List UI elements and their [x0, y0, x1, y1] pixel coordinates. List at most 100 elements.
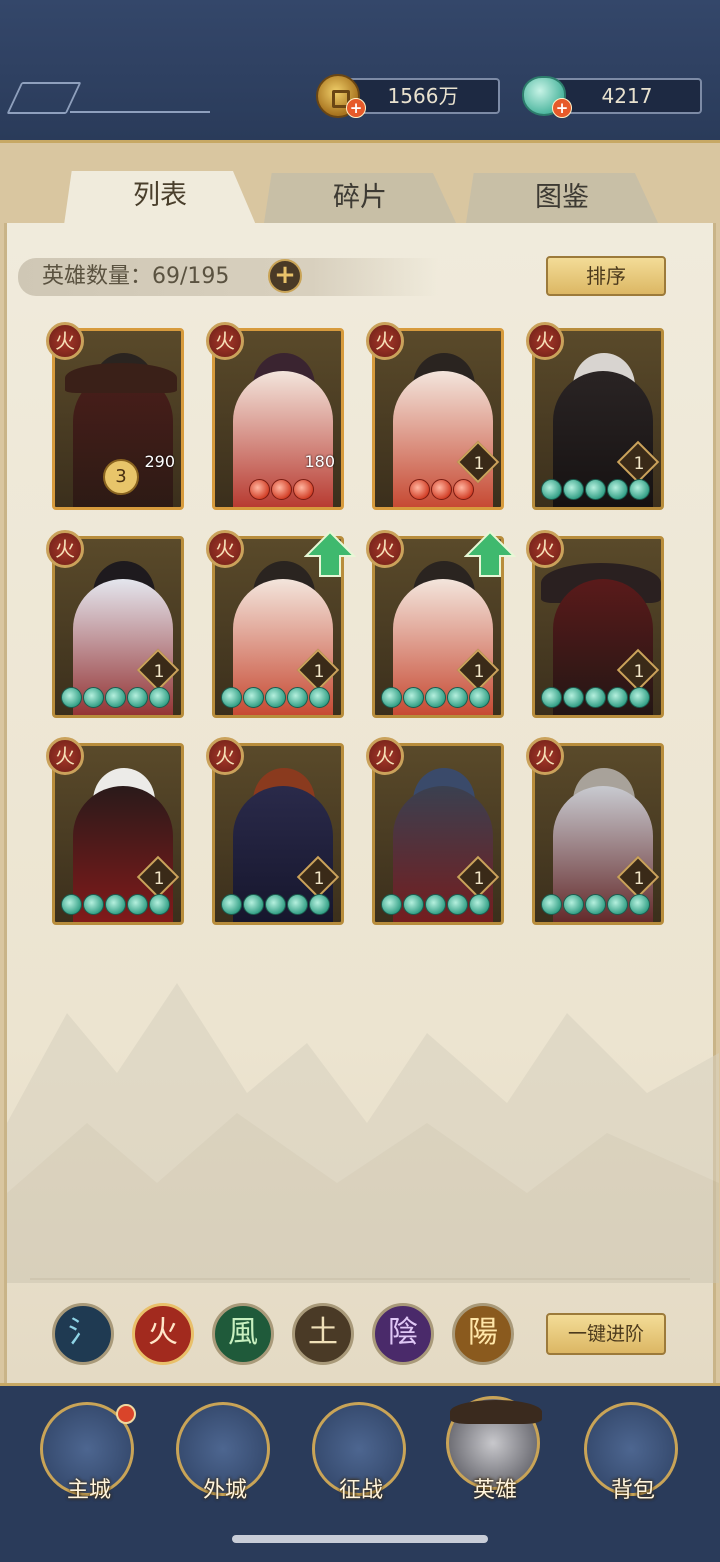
- hero-level: 180: [304, 452, 335, 471]
- nav-label: 主城: [66, 1478, 111, 1503]
- fire-element-badge: 火: [366, 530, 404, 568]
- advance-all-button[interactable]: 一键进阶: [546, 1313, 666, 1355]
- jade-icon: [271, 479, 292, 500]
- fire-element-badge: 火: [366, 322, 404, 360]
- jade-icon: [127, 687, 148, 708]
- jade-row: [541, 894, 650, 916]
- jade-icon: [541, 479, 562, 500]
- jade-icon: [61, 687, 82, 708]
- jade-row: [381, 894, 490, 916]
- jade-icon: [425, 894, 446, 915]
- nav-label: 英雄: [472, 1478, 517, 1503]
- hero-level: 1: [473, 454, 485, 474]
- nav-label: 外城: [202, 1478, 247, 1503]
- expand-capacity-button[interactable]: +: [268, 259, 302, 293]
- divider: [30, 1278, 690, 1280]
- jade-icon: [447, 894, 468, 915]
- jade-icon: [607, 687, 628, 708]
- fire-element-badge: 火: [526, 322, 564, 360]
- tab-list[interactable]: 列表: [64, 171, 256, 225]
- jade-icon: [431, 479, 452, 500]
- jade-icon: [563, 479, 584, 500]
- jade-icon: [585, 894, 606, 915]
- nav-campaign[interactable]: 征战: [312, 1402, 410, 1503]
- earth-filter-button[interactable]: 土: [292, 1303, 354, 1365]
- jade-row: [409, 479, 474, 501]
- hero-count: 英雄数量：69/195: [42, 264, 230, 289]
- jade-row: [221, 894, 330, 916]
- fire-element-badge: 火: [526, 530, 564, 568]
- nav-main-city[interactable]: 主城: [40, 1402, 138, 1503]
- hero-level: 290: [144, 452, 175, 471]
- tab-fragments[interactable]: 碎片: [264, 173, 456, 223]
- nav-label: 征战: [338, 1478, 383, 1503]
- jade-value: 4217: [552, 78, 702, 114]
- home-indicator[interactable]: [232, 1535, 488, 1543]
- tab-codex[interactable]: 图鉴: [466, 173, 658, 223]
- hero-level: 1: [153, 662, 165, 682]
- jade-icon: [607, 894, 628, 915]
- mountain-scenery: [7, 983, 719, 1283]
- water-filter-button[interactable]: 氵: [52, 1303, 114, 1365]
- star-count: 3: [103, 459, 139, 495]
- jade-icon: [105, 894, 126, 915]
- jade-icon: [607, 479, 628, 500]
- fire-element-badge: 火: [206, 322, 244, 360]
- jade-icon: [403, 687, 424, 708]
- jade-icon: [563, 894, 584, 915]
- jade-icon: [381, 894, 402, 915]
- jade-icon: [83, 894, 104, 915]
- jade-icon: [469, 687, 490, 708]
- hero-level: 1: [633, 454, 645, 474]
- menu-emblem-icon[interactable]: [6, 82, 82, 114]
- upgrade-arrow-icon: [464, 530, 516, 577]
- coins-value: 1566万: [346, 78, 500, 114]
- nav-backpack[interactable]: 背包: [584, 1402, 682, 1503]
- notification-dot-icon: [116, 1404, 136, 1424]
- hero-level: 1: [473, 869, 485, 889]
- nav-label: 背包: [610, 1478, 655, 1503]
- jade-icon: [243, 687, 264, 708]
- divider: [70, 111, 210, 113]
- jade-icon: [265, 687, 286, 708]
- upgrade-arrow-icon: [304, 530, 356, 577]
- jade-row: [381, 687, 490, 709]
- fire-element-badge: 火: [366, 737, 404, 775]
- jade-row: [541, 687, 650, 709]
- jade-icon: [127, 894, 148, 915]
- add-coins-icon[interactable]: +: [346, 98, 366, 118]
- jade-icon: [403, 894, 424, 915]
- wind-filter-button[interactable]: 風: [212, 1303, 274, 1365]
- jade-icon: [287, 687, 308, 708]
- hat-icon: [450, 1400, 542, 1424]
- jade-resource[interactable]: + 4217: [522, 74, 702, 118]
- yin-filter-button[interactable]: 陰: [372, 1303, 434, 1365]
- jade-icon: [629, 479, 650, 500]
- top-bar: + 1566万 + 4217: [0, 0, 720, 143]
- yang-filter-button[interactable]: 陽: [452, 1303, 514, 1365]
- jade-icon: [221, 687, 242, 708]
- fire-element-badge: 火: [46, 737, 84, 775]
- jade-row: [541, 479, 650, 501]
- jade-row: [221, 687, 330, 709]
- jade-icon: [447, 687, 468, 708]
- fire-element-badge: 火: [46, 322, 84, 360]
- jade-icon: [309, 894, 330, 915]
- jade-icon: [149, 687, 170, 708]
- jade-icon: [221, 894, 242, 915]
- jade-icon: [585, 479, 606, 500]
- jade-icon: [381, 687, 402, 708]
- hero-level: 1: [633, 662, 645, 682]
- fire-element-badge: 火: [206, 737, 244, 775]
- hero-level: 1: [313, 869, 325, 889]
- fire-element-badge: 火: [46, 530, 84, 568]
- sort-button[interactable]: 排序: [546, 256, 666, 296]
- nav-outer-city[interactable]: 外城: [176, 1402, 274, 1503]
- fire-element-badge: 火: [526, 737, 564, 775]
- jade-icon: [453, 479, 474, 500]
- coins-resource[interactable]: + 1566万: [316, 74, 500, 118]
- jade-row: [61, 894, 170, 916]
- nav-heroes[interactable]: 英雄: [446, 1396, 544, 1503]
- add-jade-icon[interactable]: +: [552, 98, 572, 118]
- fire-filter-button[interactable]: 火: [132, 1303, 194, 1365]
